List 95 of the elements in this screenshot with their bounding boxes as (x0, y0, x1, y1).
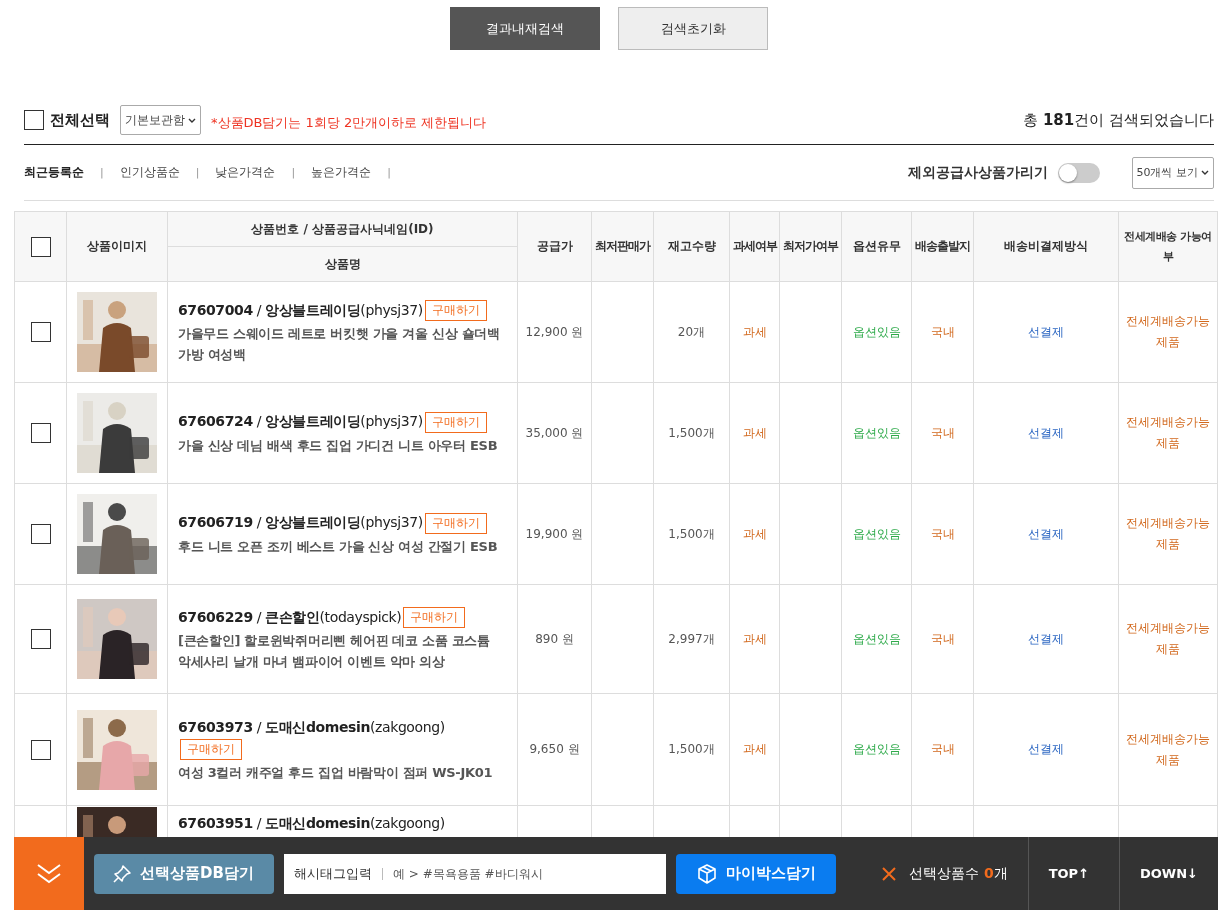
stock-count: 20개 (677, 324, 706, 339)
price: 35,000 원 (525, 425, 584, 440)
price: 19,900 원 (525, 526, 584, 541)
payment-method: 선결제 (1028, 742, 1064, 756)
shipping-origin: 국내 (930, 631, 955, 646)
separator: | (291, 166, 296, 179)
pin-icon (112, 863, 132, 884)
row-checkbox[interactable] (30, 322, 51, 342)
caret-icon (1201, 170, 1209, 175)
option-status: 옵션있음 (852, 526, 901, 541)
sort-tab[interactable]: 낮은가격순 (215, 164, 276, 181)
close-icon[interactable] (881, 865, 898, 882)
column-header: 상품명 (324, 256, 361, 271)
down-button[interactable]: DOWN↓ (1119, 837, 1218, 910)
page-size-select[interactable]: 50개씩 보기 (1131, 156, 1214, 189)
option-status: 옵션있음 (852, 425, 901, 440)
column-header: 재고수량 (667, 239, 716, 253)
product-title: 67606229 / 큰손할인(todayspick) (178, 608, 402, 625)
option-status: 옵션있음 (852, 631, 901, 646)
mybox-button[interactable]: 마이박스담기 (676, 853, 836, 894)
separator: | (100, 166, 104, 179)
separator: | (195, 166, 200, 179)
option-status: 옵션있음 (852, 742, 901, 756)
product-name[interactable]: 후드 니트 오픈 조끼 베스트 가을 신상 여성 간절기 ESB (178, 535, 507, 557)
box-icon (696, 862, 718, 885)
row-checkbox[interactable] (30, 524, 51, 544)
sort-tab[interactable]: 최근등록순 (24, 164, 84, 181)
column-header: 과세여부 (732, 239, 777, 253)
caret-icon (188, 117, 196, 123)
product-title: 67606724 / 앙상블트레이딩(physj37) (178, 413, 423, 430)
worldwide-shipping: 전세계배송가능제품 (1125, 313, 1211, 351)
tax-status: 과세 (742, 742, 767, 756)
product-name[interactable]: 가을 신상 데님 배색 후드 집업 가디건 니트 아우터 ESB (178, 434, 507, 456)
search-button[interactable]: 결과내재검색 (450, 7, 600, 50)
price: 890 원 (535, 631, 574, 646)
shipping-origin: 국내 (930, 742, 955, 756)
db-add-button[interactable]: 선택상품DB담기 (94, 853, 274, 894)
hashtag-label: 해시태그입력 (284, 853, 382, 894)
worldwide-shipping: 전세계배송가능제품 (1125, 620, 1211, 658)
column-header: 최저가여부 (783, 239, 838, 253)
double-chevron-icon (36, 862, 62, 885)
stock-count: 1,500개 (668, 526, 715, 541)
worldwide-shipping: 전세계배송가능제품 (1125, 730, 1211, 769)
toggle-switch[interactable] (1057, 162, 1100, 183)
stock-count: 1,500개 (668, 742, 715, 756)
product-title: 67603973 / 도매신domesin(zakgoong) (178, 718, 445, 735)
top-button[interactable]: TOP↑ (1027, 837, 1110, 910)
option-status: 옵션있음 (852, 324, 901, 339)
price: 9,650 원 (529, 742, 580, 756)
column-header: 배송출발지 (915, 239, 970, 253)
header-checkbox[interactable] (30, 236, 51, 257)
product-name[interactable]: 가을무드 스웨이드 레트로 버킷햇 가을 겨울 신상 숄더백 가방 여성백 (178, 323, 507, 366)
separator: | (387, 166, 391, 179)
column-header: 공급가 (536, 239, 573, 253)
shipping-origin: 국내 (930, 425, 955, 440)
payment-method: 선결제 (1028, 425, 1064, 440)
select-all-checkbox[interactable] (24, 110, 44, 130)
price: 12,900 원 (525, 324, 584, 339)
limit-notice: *상품DB담기는 1회당 2만개이하로 제한됩니다 (211, 114, 487, 132)
column-header: 상품이미지 (87, 239, 147, 253)
sort-tab[interactable]: 높은가격순 (311, 164, 372, 181)
tax-status: 과세 (742, 526, 767, 541)
row-checkbox[interactable] (30, 739, 51, 760)
folder-select[interactable]: 기본보관함 (120, 105, 201, 135)
search-button[interactable]: 검색초기화 (618, 7, 768, 50)
tax-status: 과세 (742, 324, 767, 339)
row-checkbox[interactable] (30, 629, 51, 649)
result-count: 총 181건이 검색되었습니다 (1023, 110, 1214, 130)
product-title: 67606719 / 앙상블트레이딩(physj37) (178, 514, 423, 531)
select-all-label: 전체선택 (50, 110, 110, 130)
toggle-label: 제외공급사상품가리기 (907, 163, 1048, 182)
shipping-origin: 국내 (930, 324, 955, 339)
row-checkbox[interactable] (30, 423, 51, 443)
column-header: 옵션유무 (852, 239, 901, 253)
tax-status: 과세 (742, 631, 767, 646)
product-name[interactable]: 여성 3컬러 캐주얼 후드 집업 바람막이 점퍼 WS-JK01 (178, 762, 507, 784)
worldwide-shipping: 전세계배송가능제품 (1125, 414, 1211, 452)
product-title: 67603951 / 도매신domesin(zakgoong) (178, 815, 445, 831)
stock-count: 1,500개 (668, 425, 715, 440)
stock-count: 2,997개 (668, 631, 715, 646)
shipping-origin: 국내 (930, 526, 955, 541)
column-header: 전세계배송 가능여부 (1123, 228, 1213, 265)
payment-method: 선결제 (1028, 526, 1064, 541)
product-title: 67607004 / 앙상블트레이딩(physj37) (178, 301, 423, 318)
tax-status: 과세 (742, 425, 767, 440)
column-header: 상품번호 / 상품공급사닉네임(ID) (251, 221, 434, 236)
column-header: 배송비결제방식 (1004, 239, 1088, 253)
selected-count: 선택상품수 0개 (909, 864, 1008, 883)
worldwide-shipping: 전세계배송가능제품 (1125, 515, 1211, 553)
column-header: 최저판매가 (595, 239, 650, 253)
payment-method: 선결제 (1028, 324, 1064, 339)
payment-method: 선결제 (1028, 631, 1064, 646)
sort-tab[interactable]: 인기상품순 (119, 164, 180, 181)
product-name[interactable]: [큰손할인] 할로윈박쥐머리삔 헤어핀 데코 소품 코스튬 악세사리 날개 마녀 뱀파이어 이벤트 악마 의상 (178, 630, 507, 673)
hashtag-input[interactable]: 예 > #목욕용품 #바디워시 (382, 853, 666, 894)
